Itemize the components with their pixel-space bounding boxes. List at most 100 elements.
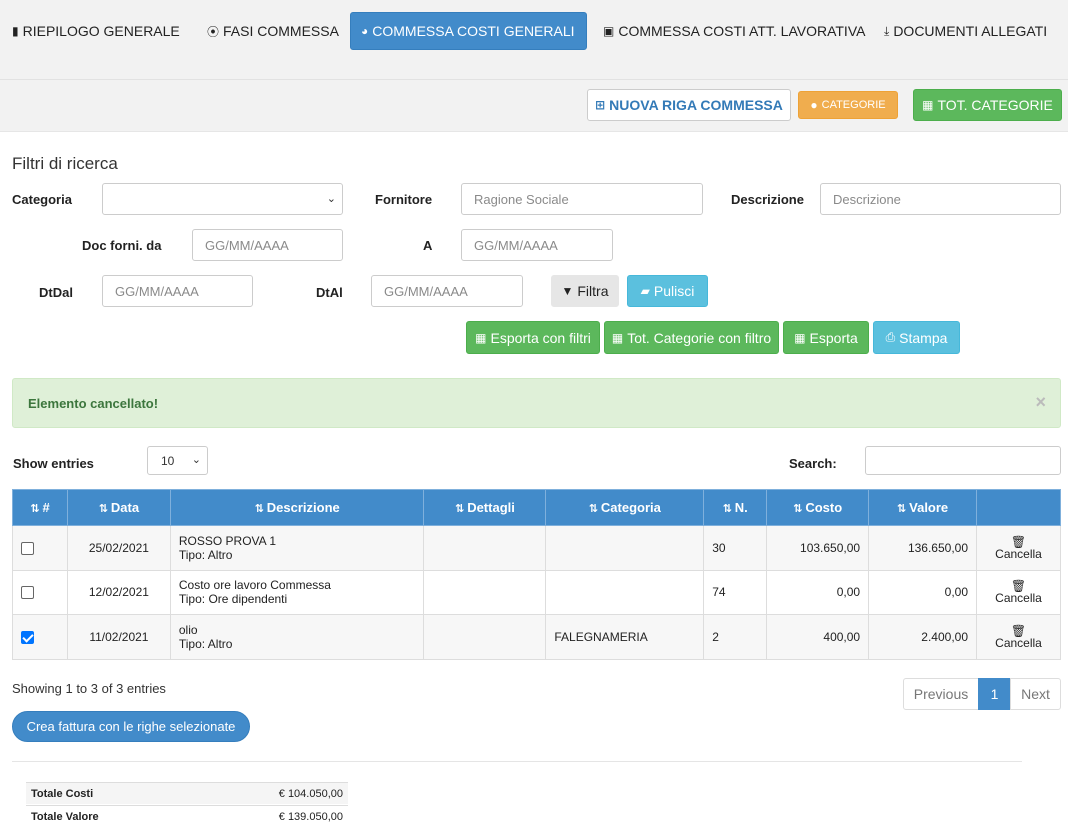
sort-icon: ⇅	[254, 503, 264, 515]
header-costo[interactable]: ⇅ Costo	[766, 489, 870, 526]
previous-button[interactable]: Previous	[903, 678, 979, 710]
next-button[interactable]: Next	[1010, 678, 1061, 710]
tab-fasi-commessa[interactable]: ⦿ FASI COMMESSA	[197, 12, 349, 50]
briefcase-icon: ▣	[603, 24, 615, 38]
entries-select[interactable]: 10 ⌄	[147, 446, 208, 475]
header-actions	[976, 489, 1061, 526]
alert-message: Elemento cancellato!	[28, 396, 159, 411]
sort-icon: ⇅	[793, 503, 803, 515]
excel-file-icon: ▦	[922, 98, 934, 112]
excel-file-icon: ▦	[794, 330, 806, 345]
export-with-filters-button[interactable]: ▦ Esporta con filtri	[466, 321, 600, 354]
cell-data: 11/02/2021	[66, 614, 171, 660]
cell-valore: 136.650,00	[868, 525, 978, 571]
totale-valore-row: Totale Valore € 139.050,00	[26, 805, 348, 827]
close-icon[interactable]: ×	[1035, 392, 1046, 413]
create-invoice-button[interactable]: Crea fattura con le righe selezionate	[12, 711, 250, 742]
pie-chart-icon: ◕	[361, 24, 369, 38]
tab-commessa-costi-att-lavorativa[interactable]: ▣ COMMESSA COSTI ATT. LAVORATIVA	[593, 12, 875, 50]
tot-categories-filter-button[interactable]: ▦ Tot. Categorie con filtro	[604, 321, 779, 354]
delete-button[interactable]: 🗑 Cancella	[985, 580, 1052, 604]
cell-costo: 0,00	[766, 569, 870, 615]
chevron-down-icon: ⌄	[191, 454, 201, 466]
cell-actions: 🗑 Cancella	[976, 569, 1061, 615]
divider	[12, 761, 1022, 762]
costs-table: ⇅ # ⇅ Data ⇅ Descrizione ⇅ Dettagli ⇅ Categor…	[12, 489, 1061, 660]
clear-button[interactable]: ▰ Pulisci	[627, 275, 708, 307]
row-checkbox[interactable]	[21, 541, 34, 555]
dtdal-label: DtDal	[39, 285, 73, 300]
chevron-down-icon: ⌄	[326, 193, 336, 205]
doc-from-date-input[interactable]	[192, 229, 343, 261]
show-entries-label: Show entries	[13, 456, 94, 471]
header-descrizione[interactable]: ⇅ Descrizione	[169, 489, 425, 526]
header-categoria[interactable]: ⇅ Categoria	[545, 489, 705, 526]
cell-dettagli	[423, 525, 547, 571]
plus-square-icon: ⊞	[595, 98, 606, 112]
filter-button[interactable]: ▼ Filtra	[551, 275, 619, 307]
filter-icon: ▼	[561, 284, 574, 298]
tot-categories-button[interactable]: ▦ TOT. CATEGORIE	[913, 89, 1062, 121]
table-row: 11/02/2021 olio Tipo: Altro FALEGNAMERIA …	[12, 614, 1061, 660]
cell-n: 2	[703, 614, 768, 660]
new-row-button[interactable]: ⊞ NUOVA RIGA COMMESSA	[587, 89, 791, 121]
totale-valore-value: € 139.050,00	[278, 810, 343, 823]
search-input[interactable]	[865, 446, 1061, 475]
tab-label: FASI COMMESSA	[223, 23, 339, 39]
totale-costi-row: Totale Costi € 104.050,00	[26, 782, 348, 804]
trash-icon: 🗑	[1010, 623, 1027, 638]
print-button[interactable]: ⎙ Stampa	[873, 321, 960, 354]
categoria-label: Categoria	[12, 192, 72, 207]
header-select[interactable]: ⇅ #	[12, 489, 68, 526]
cell-valore: 2.400,00	[868, 614, 978, 660]
doc-from-label: Doc forni. da	[82, 238, 162, 253]
cell-descrizione: olio Tipo: Altro	[169, 614, 425, 660]
dtdal-date-input[interactable]	[102, 275, 253, 307]
categories-label: CATEGORIE	[821, 99, 886, 111]
tab-documenti-allegati[interactable]: ⤓ DOCUMENTI ALLEGATI	[874, 12, 1057, 50]
entries-value: 10	[161, 454, 175, 468]
sort-icon: ⇅	[896, 503, 907, 515]
doc-to-date-input[interactable]	[461, 229, 613, 261]
excel-file-icon: ▦	[475, 330, 487, 345]
life-ring-icon: ⦿	[207, 24, 220, 39]
row-checkbox[interactable]	[21, 630, 34, 644]
print-label: Stampa	[899, 329, 948, 346]
delete-button[interactable]: 🗑 Cancella	[985, 625, 1052, 649]
header-n[interactable]: ⇅ N.	[703, 489, 768, 526]
bar-chart-icon: ▮	[12, 24, 19, 38]
row-checkbox[interactable]	[21, 586, 34, 600]
sort-icon: ⇅	[454, 503, 465, 515]
cell-categoria: FALEGNAMERIA	[545, 614, 705, 660]
categories-button[interactable]: ● CATEGORIE	[798, 91, 898, 119]
tab-riepilogo-generale[interactable]: ▮ RIEPILOGO GENERALE	[2, 12, 190, 50]
header-dettagli[interactable]: ⇅ Dettagli	[423, 489, 547, 526]
export-button[interactable]: ▦ Esporta	[783, 321, 869, 354]
fornitore-input[interactable]	[461, 183, 703, 215]
tab-commessa-costi-generali[interactable]: ◕ COMMESSA COSTI GENERALI	[350, 12, 587, 50]
cell-categoria	[545, 525, 705, 571]
cell-dettagli	[423, 614, 547, 660]
search-label: Search:	[789, 456, 837, 471]
clear-label: Pulisci	[653, 283, 695, 299]
filter-label: Filtra	[577, 283, 609, 299]
header-valore[interactable]: ⇅ Valore	[868, 489, 978, 526]
cell-data: 25/02/2021	[66, 525, 171, 571]
totale-costi-value: € 104.050,00	[278, 787, 343, 800]
trash-icon: 🗑	[1010, 534, 1027, 549]
delete-button[interactable]: 🗑 Cancella	[985, 536, 1052, 560]
cell-categoria	[545, 569, 705, 615]
descrizione-input[interactable]	[820, 183, 1061, 215]
cell-data: 12/02/2021	[66, 569, 171, 615]
dtal-date-input[interactable]	[371, 275, 523, 307]
header-data[interactable]: ⇅ Data	[66, 489, 171, 526]
tab-label: RIEPILOGO GENERALE	[22, 23, 180, 39]
download-icon: ⤓	[884, 23, 890, 38]
categoria-select[interactable]: ⌄	[102, 183, 343, 215]
table-row: 12/02/2021 Costo ore lavoro Commessa Tipo…	[12, 569, 1061, 615]
doc-to-label: A	[423, 238, 433, 253]
fornitore-label: Fornitore	[375, 192, 433, 207]
page-1-button[interactable]: 1	[978, 678, 1011, 710]
print-icon: ⎙	[885, 330, 896, 344]
pagination-info: Showing 1 to 3 of 3 entries	[12, 681, 166, 696]
